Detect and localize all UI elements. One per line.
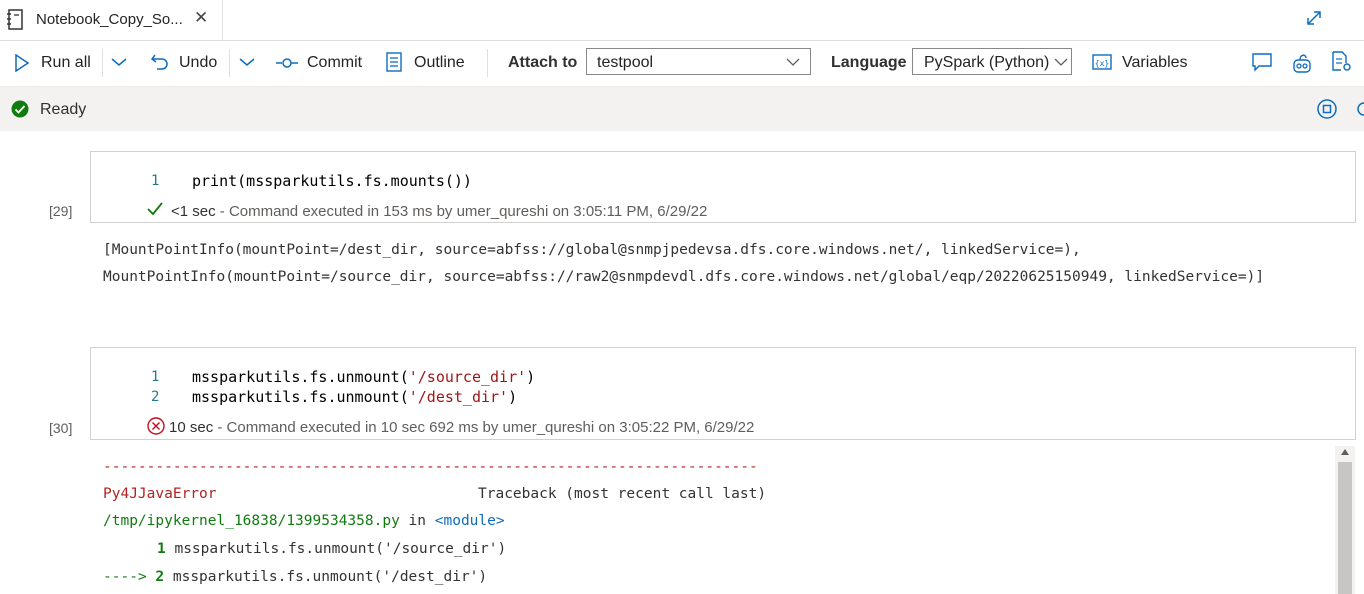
stop-session-icon[interactable] — [1317, 99, 1337, 119]
status-bar: Ready — [0, 86, 1364, 131]
divider — [102, 49, 103, 77]
traceback-code: mssparkutils.fs.unmount('/source_dir') — [174, 541, 507, 557]
play-icon — [15, 54, 30, 72]
error-name: Py4JJavaError — [103, 486, 217, 502]
traceback-in: in — [408, 513, 427, 529]
code-string: '/source_dir' — [408, 368, 527, 386]
traceback-separator: ----------------------------------------… — [103, 459, 758, 475]
code-text: mssparkutils.fs.unmount( — [192, 368, 409, 386]
line-number: 1 — [151, 369, 160, 385]
language-value: PySpark (Python) — [924, 54, 1050, 71]
code-text: mssparkutils.fs.unmount( — [192, 388, 409, 406]
execution-duration: 10 sec — [169, 419, 214, 436]
traceback-line-number: 2 — [155, 569, 165, 585]
divider — [487, 49, 488, 77]
output-line: MountPointInfo(mountPoint=/source_dir, s… — [103, 269, 1265, 285]
traceback-line: 1 mssparkutils.fs.unmount('/source_dir') — [157, 541, 506, 557]
execution-count: [30] — [49, 420, 73, 436]
traceback-file: /tmp/ipykernel_16838/1399534358.py — [103, 513, 400, 529]
traceback-module: <module> — [434, 513, 505, 529]
success-icon — [11, 100, 29, 118]
chevron-down-icon — [786, 58, 800, 66]
chevron-down-icon[interactable] — [110, 56, 128, 68]
notebook-tab[interactable]: Notebook_Copy_So... ✕ — [0, 0, 223, 40]
execution-message: - Command executed in 153 ms by umer_qur… — [219, 203, 708, 220]
traceback-arrow: ----> — [103, 569, 147, 585]
outline-icon — [386, 52, 402, 72]
attach-to-label: Attach to — [508, 54, 578, 71]
code-line[interactable]: mssparkutils.fs.unmount('/dest_dir') — [192, 388, 517, 406]
traceback-line: ----> 2 mssparkutils.fs.unmount('/dest_d… — [103, 569, 487, 585]
traceback-code: mssparkutils.fs.unmount('/dest_dir') — [172, 569, 488, 585]
traceback-line-number: 1 — [157, 541, 166, 557]
chevron-down-icon[interactable] — [238, 56, 256, 68]
execution-duration: <1 sec — [171, 203, 216, 220]
error-icon — [147, 417, 165, 435]
code-line[interactable]: mssparkutils.fs.unmount('/source_dir') — [192, 368, 535, 386]
run-all-label: Run all — [41, 54, 91, 71]
undo-icon — [150, 54, 168, 70]
code-text: ) — [508, 388, 518, 406]
check-icon — [147, 202, 163, 216]
close-icon[interactable]: ✕ — [194, 8, 208, 28]
language-label: Language — [831, 54, 907, 71]
settings-document-icon[interactable] — [1331, 51, 1353, 73]
copilot-icon[interactable] — [1291, 50, 1313, 74]
scroll-up-icon[interactable] — [1340, 448, 1350, 456]
variables-icon: {x} — [1092, 54, 1112, 70]
comment-icon[interactable] — [1251, 52, 1273, 72]
code-line[interactable]: print(mssparkutils.fs.mounts()) — [192, 172, 472, 190]
commit-icon — [276, 58, 298, 68]
toolbar: Run all Undo Commit Outline Attach to te… — [0, 41, 1364, 85]
tab-bar: Notebook_Copy_So... ✕ — [0, 0, 1364, 41]
attach-to-value: testpool — [597, 54, 654, 71]
chevron-down-icon — [1054, 58, 1068, 66]
code-string: '/dest_dir' — [408, 388, 509, 406]
gear-icon[interactable] — [1354, 99, 1364, 119]
outline-label: Outline — [414, 54, 465, 71]
cell-execution-info: <1 sec - Command executed in 153 ms by u… — [171, 203, 707, 220]
execution-message: - Command executed in 10 sec 692 ms by u… — [217, 419, 755, 436]
notebook-icon — [7, 9, 23, 30]
attach-to-dropdown[interactable]: testpool — [586, 48, 811, 75]
traceback-file-line: /tmp/ipykernel_16838/1399534358.py in <m… — [103, 513, 505, 529]
variables-label: Variables — [1122, 54, 1188, 71]
line-number: 2 — [151, 389, 160, 405]
code-cell[interactable]: 1 mssparkutils.fs.unmount('/source_dir')… — [90, 347, 1356, 440]
output-line: [MountPointInfo(mountPoint=/dest_dir, so… — [103, 242, 1081, 258]
execution-count: [29] — [49, 203, 73, 219]
expand-icon[interactable] — [1305, 9, 1323, 27]
undo-label: Undo — [179, 54, 218, 71]
scrollbar-thumb[interactable] — [1338, 462, 1352, 594]
svg-text:{x}: {x} — [1095, 59, 1109, 68]
code-cell[interactable]: 1 print(mssparkutils.fs.mounts()) <1 sec… — [90, 151, 1356, 223]
status-text: Ready — [40, 101, 87, 118]
commit-label: Commit — [307, 54, 363, 71]
code-text: ) — [526, 368, 536, 386]
language-dropdown[interactable]: PySpark (Python) — [912, 48, 1072, 75]
traceback-header: Traceback (most recent call last) — [478, 486, 767, 502]
cell-execution-info: 10 sec - Command executed in 10 sec 692 … — [169, 419, 754, 436]
tab-title: Notebook_Copy_So... — [36, 11, 183, 28]
divider — [229, 49, 230, 77]
line-number: 1 — [151, 173, 160, 189]
